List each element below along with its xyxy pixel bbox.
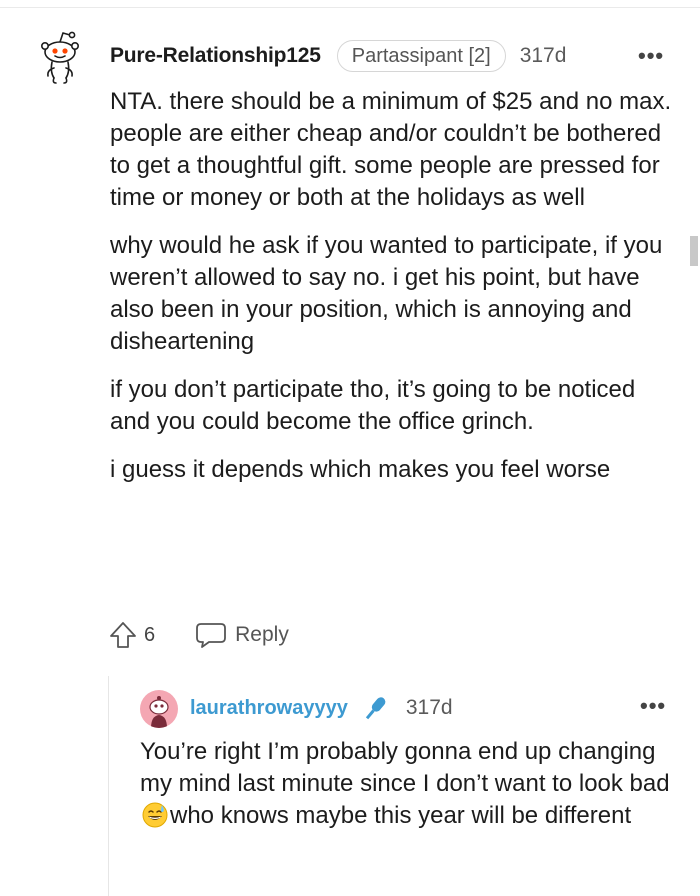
reply-button-label: Reply (235, 623, 289, 646)
comment-username[interactable]: Pure-Relationship125 (110, 44, 321, 68)
microphone-icon (365, 697, 386, 720)
reply-text-after-emoji: who knows maybe this year will be differ… (170, 802, 632, 829)
top-divider (0, 7, 700, 8)
reply-text-before-emoji: You’re right I’m probably gonna end up c… (140, 738, 670, 797)
reply-header: laurathrowayyyy 317d (190, 692, 453, 724)
reply-text: You’re right I’m probably gonna end up c… (140, 736, 670, 832)
reply-avatar[interactable] (140, 690, 178, 728)
scrollbar-thumb[interactable] (690, 236, 698, 266)
comment-actions: 6 Reply (108, 620, 289, 650)
upvote-icon[interactable] (108, 620, 138, 650)
reply-bubble-icon (196, 623, 227, 648)
reply-username[interactable]: laurathrowayyyy (190, 697, 348, 720)
snoo-avatar-icon[interactable] (36, 30, 84, 86)
comment-more-options-icon[interactable]: ••• (638, 45, 664, 67)
comment-paragraph: NTA. there should be a minimum of $25 an… (110, 88, 672, 211)
reply-body: You’re right I’m probably gonna end up c… (140, 736, 670, 832)
vote-count: 6 (144, 623, 156, 646)
reply-more-options-icon[interactable]: ••• (640, 695, 666, 717)
comment-age: 317d (519, 44, 567, 67)
reply-button[interactable]: Reply (195, 621, 289, 649)
user-flair: Partassipant [2] (336, 40, 506, 72)
comment-body: NTA. there should be a minimum of $25 an… (110, 86, 678, 502)
thread-line[interactable] (108, 676, 109, 896)
comment-paragraph: why would he ask if you wanted to partic… (110, 232, 663, 355)
snoo-avatar-icon (149, 696, 169, 728)
comment-header: Pure-Relationship125 Partassipant [2] 31… (110, 40, 566, 72)
comment-paragraph: i guess it depends which makes you feel … (110, 456, 611, 483)
sweat-smile-emoji (142, 802, 168, 828)
reply-age: 317d (405, 696, 453, 719)
comment-paragraph: if you don’t participate tho, it’s going… (110, 376, 636, 435)
